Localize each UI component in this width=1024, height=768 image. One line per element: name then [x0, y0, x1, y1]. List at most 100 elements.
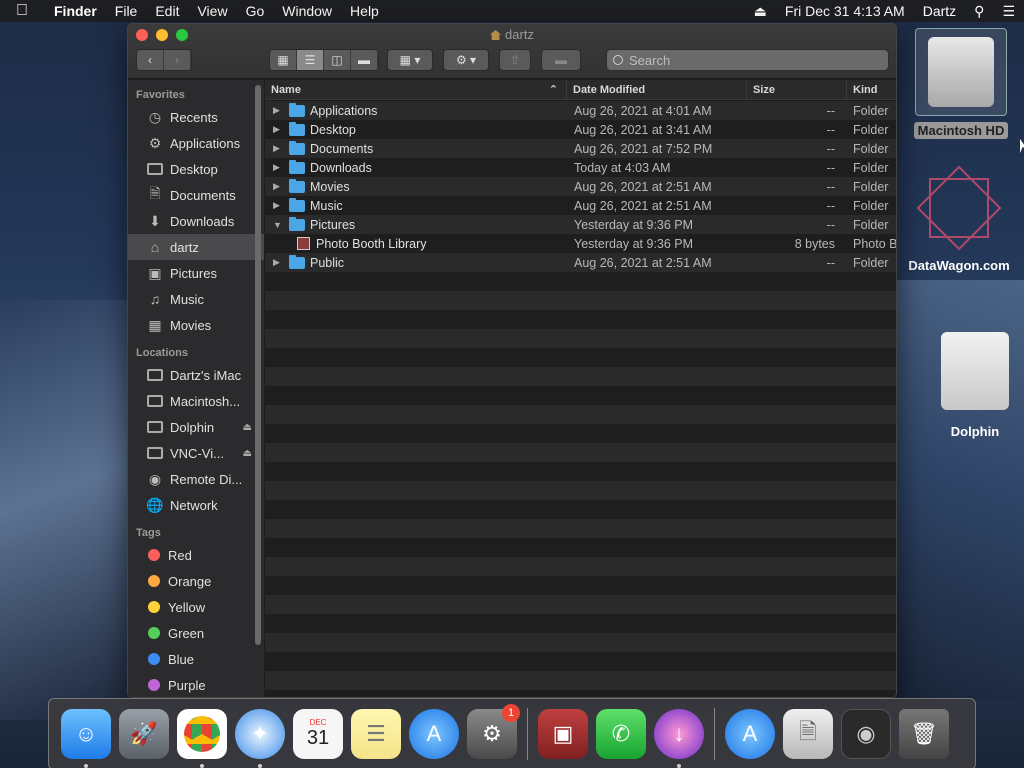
menu-file[interactable]: File: [106, 3, 147, 19]
tags-button[interactable]: ▬: [541, 49, 581, 71]
disclosure-triangle-expanded-icon[interactable]: ▼: [273, 220, 287, 230]
table-row[interactable]: ▶ Applications Aug 26, 2021 at 4:01 AM -- Fo…: [265, 101, 896, 120]
table-row[interactable]: ▶ Music Aug 26, 2021 at 2:51 AM -- Folder: [265, 196, 896, 215]
eject-icon[interactable]: ⏏: [243, 422, 252, 433]
finder-dock-icon[interactable]: ☺: [61, 709, 111, 768]
menubar-user[interactable]: Dartz: [914, 3, 965, 19]
desktop-icon-macintosh-hd[interactable]: Macintosh HD: [906, 28, 1016, 139]
installer-dock-icon[interactable]: ↓: [654, 709, 704, 768]
sidebar-item-dartz[interactable]: ⌂ dartz: [128, 234, 264, 260]
disclosure-triangle-icon[interactable]: ▶: [273, 162, 287, 173]
sidebar-tag-yellow[interactable]: Yellow: [128, 594, 264, 620]
menu-go[interactable]: Go: [237, 3, 274, 19]
notes-dock-icon[interactable]: ☰: [351, 709, 401, 759]
sidebar-item-network[interactable]: 🌐 Network: [128, 492, 264, 518]
icon-view-button[interactable]: ▦: [270, 50, 297, 70]
disclosure-triangle-icon[interactable]: ▶: [273, 181, 287, 192]
eject-menu-icon[interactable]: ⏏: [745, 3, 776, 20]
menubar-clock[interactable]: Fri Dec 31 4:13 AM: [776, 3, 914, 19]
column-view-button[interactable]: ◫: [324, 50, 351, 70]
sidebar-item-recents[interactable]: ◷ Recents: [128, 104, 264, 130]
photo-booth-dock-icon[interactable]: ▣: [538, 709, 588, 759]
sidebar-item-movies[interactable]: ▦ Movies: [128, 312, 264, 338]
table-row[interactable]: ▶ Downloads Today at 4:03 AM -- Folder: [265, 158, 896, 177]
sidebar-item-imac[interactable]: Dartz's iMac: [128, 362, 264, 388]
back-button[interactable]: ‹: [137, 50, 164, 70]
column-header-row: Name ⌃ Date Modified Size Kind: [265, 80, 896, 100]
sidebar-item-applications[interactable]: ⚙ Applications: [128, 130, 264, 156]
notification-center-icon[interactable]: ☰: [993, 3, 1024, 20]
orange-tag-dot-icon: [148, 575, 160, 587]
table-row[interactable]: Photo Booth Library Yesterday at 9:36 PM 8…: [265, 234, 897, 253]
sidebar-tag-orange[interactable]: Orange: [128, 568, 264, 594]
sort-arrow-icon: ⌃: [548, 84, 558, 96]
table-row[interactable]: ▶ Public Aug 26, 2021 at 2:51 AM -- Folder: [265, 253, 896, 272]
running-indicator: [200, 764, 204, 768]
row-name: Applications: [310, 103, 378, 118]
sidebar-item-label: dartz: [170, 239, 199, 255]
table-row[interactable]: ▶ Movies Aug 26, 2021 at 2:51 AM -- Folder: [265, 177, 896, 196]
sidebar-item-documents[interactable]: 🗎 Documents: [128, 182, 264, 208]
menu-window[interactable]: Window: [273, 3, 341, 19]
row-size: --: [826, 160, 835, 175]
empty-row: [265, 595, 896, 614]
app-store-download-dock-icon[interactable]: A: [725, 709, 775, 759]
row-size: --: [826, 103, 835, 118]
safari-dock-icon[interactable]: ✦: [235, 709, 285, 768]
launchpad-dock-icon[interactable]: 🚀: [119, 709, 169, 759]
disclosure-triangle-icon[interactable]: ▶: [273, 105, 287, 116]
spotlight-icon[interactable]: ⚲: [965, 3, 993, 20]
list-view-button[interactable]: ☰: [297, 50, 324, 70]
sidebar-item-vnc[interactable]: VNC-Vi... ⏏: [128, 440, 264, 466]
app-store-dock-icon[interactable]: A: [409, 709, 459, 759]
sidebar-item-downloads[interactable]: ⬇ Downloads: [128, 208, 264, 234]
column-header-size[interactable]: Size: [747, 80, 847, 100]
column-header-kind[interactable]: Kind: [847, 80, 896, 100]
row-size: --: [826, 217, 835, 232]
sidebar-item-pictures[interactable]: ▣ Pictures: [128, 260, 264, 286]
menu-finder[interactable]: Finder: [44, 3, 106, 19]
action-gear-button[interactable]: ⚙ ▾: [443, 49, 489, 71]
apple-menu-icon[interactable]: : [0, 2, 44, 20]
sidebar-item-music[interactable]: ♫ Music: [128, 286, 264, 312]
column-header-name[interactable]: Name ⌃: [265, 80, 567, 100]
disclosure-triangle-icon[interactable]: ▶: [273, 257, 287, 268]
sidebar-item-dolphin[interactable]: Dolphin ⏏: [128, 414, 264, 440]
table-row[interactable]: ▼ Pictures Yesterday at 9:36 PM -- Folder: [265, 215, 896, 234]
column-header-date[interactable]: Date Modified: [567, 80, 747, 100]
desktop-icon-dolphin[interactable]: Dolphin: [930, 332, 1020, 439]
menu-help[interactable]: Help: [341, 3, 388, 19]
share-button[interactable]: ⇧: [499, 49, 531, 71]
calendar-dock-icon[interactable]: DEC 31: [293, 709, 343, 759]
sidebar-item-desktop[interactable]: Desktop: [128, 156, 264, 182]
sidebar-tag-green[interactable]: Green: [128, 620, 264, 646]
disclosure-triangle-icon[interactable]: ▶: [273, 200, 287, 211]
table-row[interactable]: ▶ Desktop Aug 26, 2021 at 3:41 AM -- Folder: [265, 120, 896, 139]
chrome-dock-icon[interactable]: [177, 709, 227, 768]
sidebar-tag-red[interactable]: Red: [128, 542, 264, 568]
search-field[interactable]: Search: [606, 49, 889, 71]
trash-dock-icon[interactable]: 🗑: [899, 709, 949, 759]
group-by-button[interactable]: ▦ ▾: [387, 49, 433, 71]
system-preferences-dock-icon[interactable]: ⚙ 1: [467, 704, 520, 759]
sidebar-item-remote-disc[interactable]: ◉ Remote Di...: [128, 466, 264, 492]
eject-icon[interactable]: ⏏: [243, 448, 252, 459]
desktop-icon-datawagon[interactable]: DataWagon.com: [900, 165, 1018, 273]
row-kind: Photo B: [853, 236, 897, 251]
downloads-stack-dock-icon[interactable]: 🗎: [783, 709, 833, 759]
table-row[interactable]: ▶ Documents Aug 26, 2021 at 7:52 PM -- Folde…: [265, 139, 896, 158]
empty-row: [265, 576, 896, 595]
facetime-dock-icon[interactable]: ✆: [596, 709, 646, 759]
sidebar-tag-blue[interactable]: Blue: [128, 646, 264, 672]
menu-view[interactable]: View: [188, 3, 236, 19]
hard-drive-icon: [915, 28, 1007, 116]
sidebar-scrollbar[interactable]: [254, 80, 262, 645]
screen-recording-dock-icon[interactable]: ◉: [841, 709, 891, 759]
gallery-view-button[interactable]: ▬: [351, 50, 378, 70]
disclosure-triangle-icon[interactable]: ▶: [273, 143, 287, 154]
menu-edit[interactable]: Edit: [146, 3, 188, 19]
sidebar-item-macintosh-hd[interactable]: Macintosh...: [128, 388, 264, 414]
forward-button[interactable]: ›: [164, 50, 191, 70]
sidebar-tag-purple[interactable]: Purple: [128, 672, 264, 697]
disclosure-triangle-icon[interactable]: ▶: [273, 124, 287, 135]
